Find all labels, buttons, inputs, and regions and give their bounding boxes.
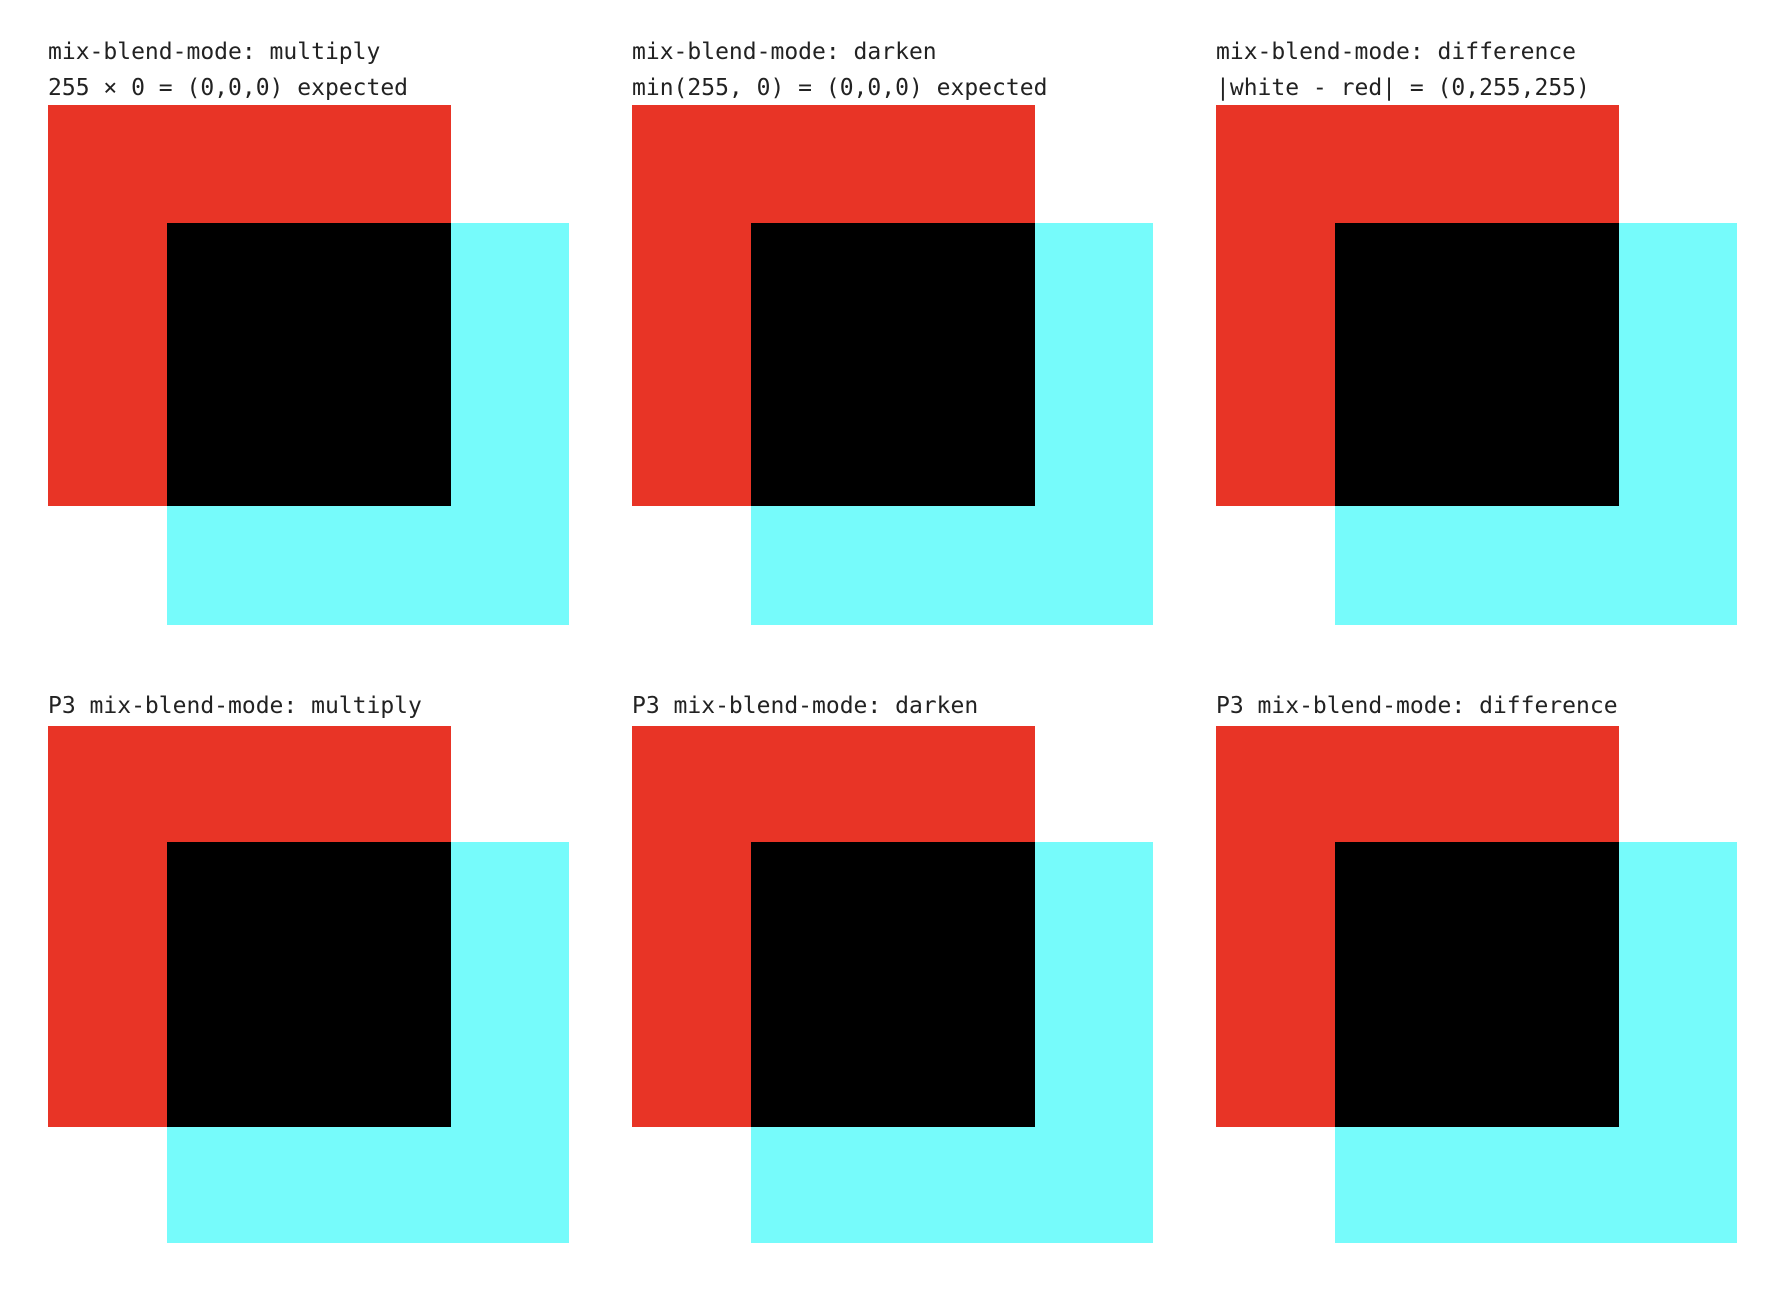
panel-caption-title: P3 mix-blend-mode: multiply [48,693,422,719]
blend-overlap-region [167,223,451,506]
blend-mode-test-page: mix-blend-mode: multiply 255 × 0 = (0,0,… [0,0,1780,1290]
blend-overlap-region [1335,842,1619,1127]
panel-caption-expected: 255 × 0 = (0,0,0) expected [48,75,409,101]
panel-caption-title: P3 mix-blend-mode: difference [1216,693,1618,719]
blend-overlap-region [751,223,1035,506]
blend-overlap-region [167,842,451,1127]
panel-caption-title: mix-blend-mode: multiply [48,39,381,65]
panel-caption-title: mix-blend-mode: darken [632,39,937,65]
panel-caption-expected: |white - red| = (0,255,255) [1216,75,1590,101]
panel-caption-title: mix-blend-mode: difference [1216,39,1577,65]
panel-caption-title: P3 mix-blend-mode: darken [632,693,979,719]
panel-caption-expected: min(255, 0) = (0,0,0) expected [632,75,1048,101]
blend-overlap-region [751,842,1035,1127]
blend-overlap-region [1335,223,1619,506]
